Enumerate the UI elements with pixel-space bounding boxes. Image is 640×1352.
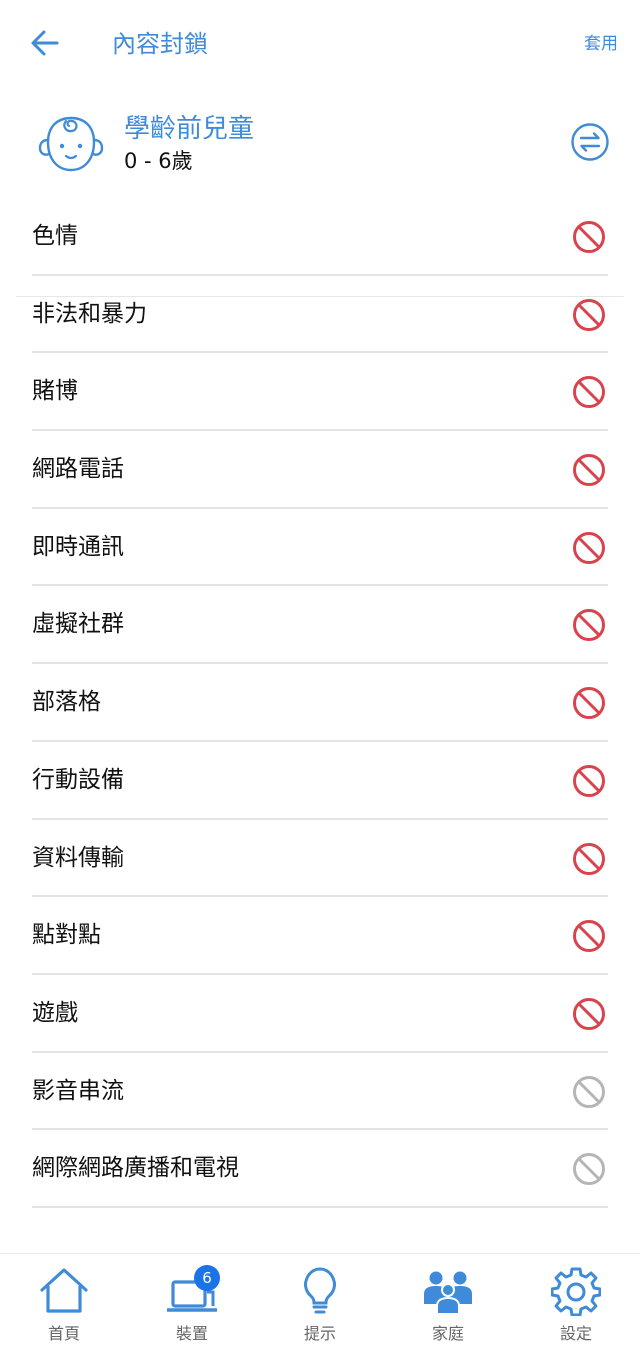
- category-row[interactable]: 非法和暴力: [0, 276, 640, 354]
- tab-tips-label: 提示: [303, 1324, 336, 1343]
- tab-settings-label: 設定: [559, 1324, 592, 1343]
- blocked-icon[interactable]: [572, 531, 606, 565]
- tab-devices-label: 裝置: [175, 1324, 208, 1343]
- category-label: 色情: [32, 223, 78, 249]
- bottom-tab-bar: 首頁 裝置 提示 家庭 設定: [0, 1253, 640, 1352]
- baby-face-icon: [38, 116, 104, 172]
- tab-settings[interactable]: 設定: [512, 1254, 640, 1352]
- category-label: 行動設備: [32, 766, 124, 793]
- category-list: 色情非法和暴力賭博網路電話即時通訊虛擬社群部落格行動設備資料傳輸點對點遊戲影音串…: [0, 198, 640, 1208]
- category-label: 資料傳輸: [32, 844, 124, 871]
- category-row[interactable]: 虛擬社群: [0, 586, 640, 665]
- category-label: 影音串流: [32, 1077, 124, 1104]
- profile-card: 學齡前兒童 0 - 6歲: [0, 100, 640, 297]
- tab-home[interactable]: 首頁: [0, 1254, 128, 1352]
- divider: [32, 1205, 608, 1208]
- tab-tips[interactable]: 提示: [256, 1254, 384, 1352]
- profile-age-range: 0 - 6歲: [124, 149, 193, 173]
- category-label: 即時通訊: [32, 533, 124, 560]
- blocked-icon[interactable]: [572, 919, 606, 953]
- category-row[interactable]: 網路電話: [0, 431, 640, 509]
- category-row[interactable]: 影音串流: [0, 1053, 640, 1131]
- blocked-icon[interactable]: [572, 997, 606, 1031]
- category-label: 網際網路廣播和電視: [32, 1155, 239, 1182]
- blocked-icon[interactable]: [572, 608, 606, 642]
- category-row[interactable]: 遊戲: [0, 975, 640, 1053]
- category-label: 非法和暴力: [32, 300, 147, 327]
- blocked-icon[interactable]: [572, 764, 606, 798]
- category-row[interactable]: 即時通訊: [0, 509, 640, 587]
- blocked-icon[interactable]: [572, 375, 606, 409]
- home-icon: [40, 1268, 88, 1313]
- switch-profile-icon[interactable]: [570, 122, 610, 162]
- lightbulb-icon: [304, 1267, 336, 1314]
- category-row[interactable]: 賭博: [0, 353, 640, 432]
- tab-family-label: 家庭: [431, 1324, 464, 1343]
- category-label: 部落格: [32, 689, 101, 716]
- family-icon: [424, 1271, 472, 1315]
- category-row[interactable]: 行動設備: [0, 742, 640, 820]
- devices-count-badge: 6: [194, 1265, 220, 1291]
- not-blocked-icon[interactable]: [572, 1075, 606, 1109]
- header: 內容封鎖 套用: [0, 0, 640, 90]
- category-label: 遊戲: [32, 999, 78, 1026]
- category-label: 點對點: [32, 922, 101, 949]
- back-button[interactable]: [28, 26, 62, 60]
- profile-name: 學齡前兒童: [124, 114, 255, 144]
- category-label: 賭博: [32, 378, 78, 405]
- category-label: 網路電話: [32, 456, 124, 483]
- blocked-icon[interactable]: [572, 453, 606, 487]
- blocked-icon[interactable]: [572, 842, 606, 876]
- gear-icon: [551, 1267, 601, 1316]
- category-row[interactable]: 部落格: [0, 664, 640, 742]
- category-row[interactable]: 網際網路廣播和電視: [0, 1130, 640, 1208]
- category-label: 虛擬社群: [32, 611, 124, 638]
- category-row[interactable]: 色情: [0, 198, 640, 276]
- tab-devices[interactable]: 裝置: [128, 1254, 256, 1352]
- tab-home-label: 首頁: [47, 1324, 80, 1343]
- apply-button[interactable]: 套用: [584, 30, 618, 58]
- blocked-icon[interactable]: [572, 220, 606, 254]
- blocked-icon[interactable]: [572, 298, 606, 332]
- arrow-left-icon: [31, 30, 59, 56]
- blocked-icon[interactable]: [572, 686, 606, 720]
- not-blocked-icon[interactable]: [572, 1152, 606, 1186]
- category-row[interactable]: 資料傳輸: [0, 820, 640, 898]
- tab-family[interactable]: 家庭: [384, 1254, 512, 1352]
- category-row[interactable]: 點對點: [0, 897, 640, 975]
- page-title: 內容封鎖: [112, 30, 208, 58]
